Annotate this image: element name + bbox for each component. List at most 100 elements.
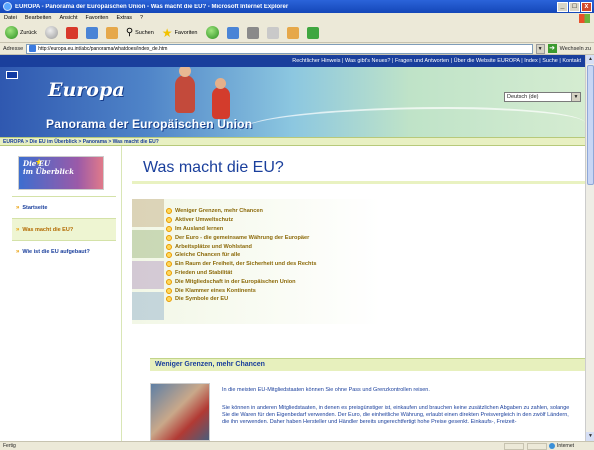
topic-link[interactable]: Weniger Grenzen, mehr Chancen	[166, 207, 316, 216]
mail-icon	[226, 26, 239, 39]
vertical-scrollbar[interactable]: ▲ ▼	[585, 55, 594, 441]
mail-button[interactable]	[225, 25, 241, 41]
menu-favoriten[interactable]: Favoriten	[86, 15, 109, 21]
forward-arrow-icon	[44, 26, 58, 39]
language-value: Deutsch (de)	[507, 94, 539, 100]
address-url: http://europa.eu.int/abc/panorama/whatdo…	[38, 45, 168, 52]
menu-bearbeiten[interactable]: Bearbeiten	[25, 15, 52, 21]
history-button[interactable]	[204, 25, 221, 41]
sidebar: ★ Die EU im Überblick » Startseite » Was…	[0, 146, 122, 441]
address-input[interactable]: http://europa.eu.int/abc/panorama/whatdo…	[26, 43, 533, 54]
topic-photo-strip	[132, 199, 164, 324]
site-banner: Europa Panorama der Europäischen Union	[0, 67, 585, 137]
search-label: Suchen	[135, 29, 154, 36]
europa-logo[interactable]: Europa	[48, 79, 125, 101]
back-arrow-icon	[5, 26, 18, 39]
address-label: Adresse	[3, 45, 24, 52]
window-controls: _ □ x	[557, 1, 592, 12]
topic-link[interactable]: Die Klammer eines Kontinents	[166, 286, 316, 295]
stop-button[interactable]	[64, 25, 80, 41]
nav-whats-new[interactable]: Was gibt's Neues?	[345, 58, 390, 64]
language-select[interactable]: Deutsch (de) ▼	[504, 92, 581, 102]
discuss-button[interactable]	[285, 25, 301, 41]
favorites-label: Favoriten	[174, 29, 198, 36]
windows-logo-icon	[579, 13, 590, 23]
address-dropdown-icon[interactable]: ▼	[535, 43, 545, 54]
status-slot	[504, 442, 525, 450]
topic-link[interactable]: Frieden und Stabilität	[166, 269, 316, 278]
menu-ansicht[interactable]: Ansicht	[59, 15, 77, 21]
search-button[interactable]: ⚲ Suchen	[124, 25, 156, 41]
topic-link[interactable]: Im Ausland lernen	[166, 225, 316, 234]
sidebar-item-was-macht-die-eu[interactable]: » Was macht die EU?	[12, 218, 116, 240]
bullet-icon	[166, 243, 172, 250]
bullet-icon	[166, 225, 172, 232]
discuss-icon	[286, 26, 299, 39]
section-photo	[150, 383, 210, 441]
bullet-icon	[166, 287, 172, 294]
scroll-up-icon[interactable]: ▲	[586, 55, 594, 64]
minimize-button[interactable]: _	[557, 1, 568, 12]
sidebar-nav: » Startseite » Was macht die EU? » Wie i…	[12, 196, 116, 262]
site-top-nav: Rechtlicher Hinweis | Was gibt's Neues? …	[0, 55, 585, 67]
stop-icon	[65, 26, 78, 39]
nav-search[interactable]: Suche	[542, 58, 558, 64]
menu-help[interactable]: ?	[140, 15, 143, 21]
eu-flag-icon	[6, 71, 18, 79]
go-button[interactable]: Wechseln zu	[560, 46, 591, 52]
nav-faq[interactable]: Fragen und Antworten	[395, 58, 449, 64]
nav-legal-notice[interactable]: Rechtlicher Hinweis	[292, 58, 340, 64]
status-bar: Fertig Internet	[0, 441, 594, 450]
print-button[interactable]	[245, 25, 261, 41]
globe-icon	[549, 443, 556, 449]
scrollbar-thumb[interactable]	[587, 65, 594, 185]
page-icon	[29, 45, 37, 52]
bullet-icon: »	[16, 204, 20, 211]
forward-button[interactable]	[43, 25, 60, 41]
scroll-down-icon[interactable]: ▼	[586, 432, 594, 441]
refresh-icon	[85, 26, 98, 39]
bullet-icon	[166, 252, 172, 259]
topic-link[interactable]: Aktiver Umweltschutz	[166, 216, 316, 225]
topic-link[interactable]: Arbeitsplätze und Wohlstand	[166, 242, 316, 251]
sidebar-item-startseite[interactable]: » Startseite	[12, 196, 116, 218]
topic-link[interactable]: Die Symbole der EU	[166, 295, 316, 304]
go-arrow-icon[interactable]: ➜	[547, 44, 557, 53]
zone-label: Internet	[557, 443, 574, 449]
favorites-button[interactable]: ★ Favoriten	[160, 25, 200, 41]
topic-link[interactable]: Gleiche Chancen für alle	[166, 251, 316, 260]
bullet-icon	[166, 261, 172, 268]
banner-child-image	[175, 67, 195, 113]
topic-link[interactable]: Die Mitgliedschaft in der Europäischen U…	[166, 277, 316, 286]
sidebar-item-wie-ist-die-eu-aufgebaut[interactable]: » Wie ist die EU aufgebaut?	[12, 240, 116, 262]
banner-wave-decoration	[240, 107, 585, 137]
sidebar-item-label: Was macht die EU?	[22, 226, 74, 233]
status-slot	[527, 442, 548, 450]
page-title: Was macht die EU?	[143, 159, 284, 176]
topic-link[interactable]: Der Euro - die gemeinsame Währung der Eu…	[166, 233, 316, 242]
page-viewport: Rechtlicher Hinweis | Was gibt's Neues? …	[0, 55, 585, 441]
nav-index[interactable]: Index	[524, 58, 537, 64]
refresh-button[interactable]	[84, 25, 100, 41]
topic-list: Weniger Grenzen, mehr Chancen Aktiver Um…	[166, 207, 316, 304]
bullet-icon	[166, 208, 172, 215]
nav-about[interactable]: Über die Website EUROPA	[454, 58, 520, 64]
edit-button[interactable]	[265, 25, 281, 41]
menu-extras[interactable]: Extras	[116, 15, 132, 21]
nav-contact[interactable]: Kontakt	[562, 58, 581, 64]
maximize-button[interactable]: □	[569, 1, 580, 12]
window-titlebar: EUROPA - Panorama der Europäischen Union…	[0, 0, 594, 13]
menu-datei[interactable]: Datei	[4, 15, 17, 21]
bullet-icon: »	[16, 226, 20, 233]
sidebar-overview-image[interactable]: ★ Die EU im Überblick	[18, 156, 104, 190]
home-icon	[105, 26, 118, 39]
breadcrumb[interactable]: EUROPA > Die EU im Überblick > Panorama …	[0, 137, 585, 146]
back-button[interactable]: Zurück	[3, 25, 39, 41]
messenger-button[interactable]	[305, 25, 321, 41]
bullet-icon	[166, 234, 172, 241]
close-button[interactable]: x	[581, 1, 592, 12]
security-zone: Internet	[503, 442, 574, 450]
window-title: EUROPA - Panorama der Europäischen Union…	[15, 3, 289, 10]
home-button[interactable]	[104, 25, 120, 41]
topic-link[interactable]: Ein Raum der Freiheit, der Sicherheit un…	[166, 260, 316, 269]
